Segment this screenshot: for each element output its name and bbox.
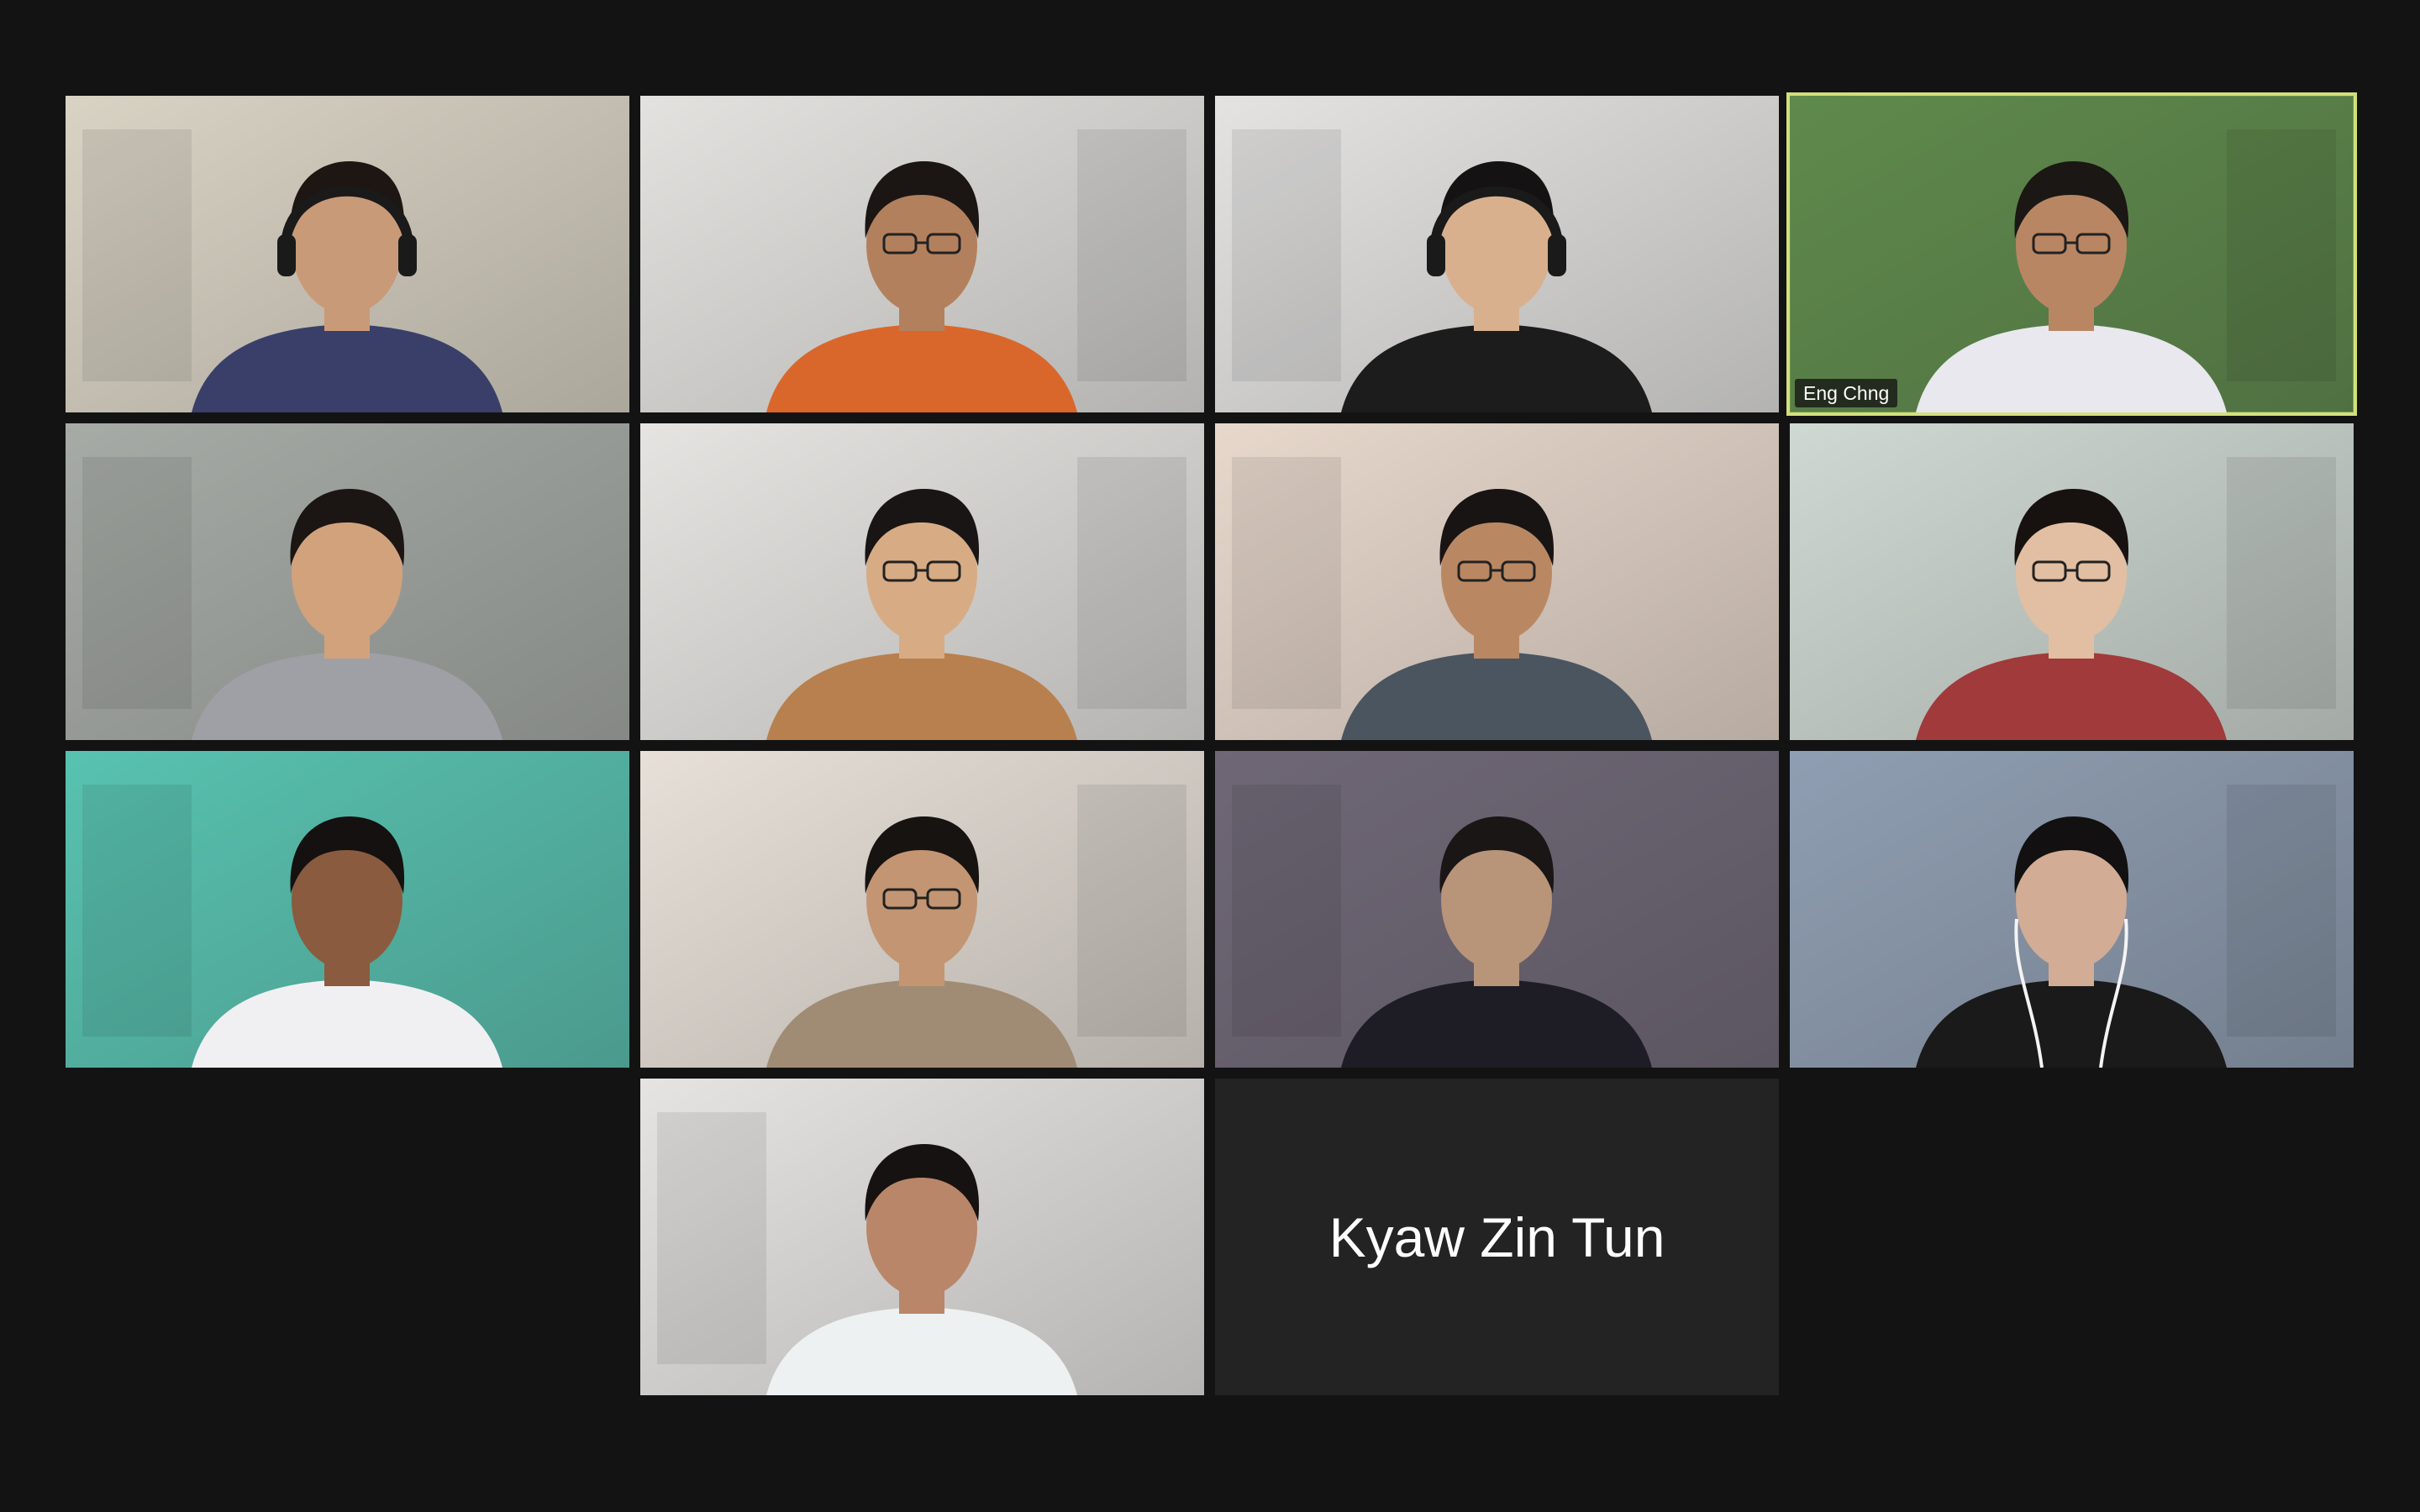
background-furniture	[2227, 457, 2336, 709]
participant-video	[640, 751, 1204, 1068]
participant-video	[66, 751, 629, 1068]
video-feed-graphic	[640, 96, 1204, 412]
video-feed-graphic	[66, 96, 629, 412]
video-feed-graphic	[1215, 751, 1779, 1068]
background-furniture	[1232, 457, 1341, 709]
background-furniture	[82, 129, 192, 381]
participant-tile-active-speaker[interactable]: Eng Chng	[1786, 92, 2357, 416]
participant-tile[interactable]	[1215, 751, 1779, 1068]
video-feed-graphic	[640, 423, 1204, 740]
background-furniture	[1077, 129, 1186, 381]
background-furniture	[1232, 785, 1341, 1037]
participant-name-placeholder: Kyaw Zin Tun	[1215, 1079, 1779, 1395]
background-furniture	[1232, 129, 1341, 381]
video-feed-graphic	[1790, 423, 2354, 740]
video-feed-graphic	[66, 751, 629, 1068]
participant-video	[1215, 423, 1779, 740]
background-furniture	[657, 1112, 766, 1364]
participant-tile[interactable]	[640, 423, 1204, 740]
participant-video	[640, 1079, 1204, 1395]
participant-tile[interactable]	[640, 96, 1204, 412]
participant-video	[1790, 423, 2354, 740]
video-feed-graphic	[640, 751, 1204, 1068]
participant-video	[1215, 96, 1779, 412]
background-furniture	[1077, 457, 1186, 709]
participant-tile[interactable]	[66, 96, 629, 412]
participant-tile[interactable]	[1215, 423, 1779, 740]
background-furniture	[2227, 785, 2336, 1037]
participant-video	[66, 423, 629, 740]
gallery-view: Eng Chng Kyaw Zin Tun	[0, 0, 2420, 1512]
participant-name-tag: Eng Chng	[1795, 379, 1898, 407]
participant-tile[interactable]	[1215, 96, 1779, 412]
participant-tile[interactable]	[66, 751, 629, 1068]
participant-tile[interactable]	[1790, 423, 2354, 740]
participant-tile[interactable]	[66, 423, 629, 740]
participant-video	[66, 96, 629, 412]
participant-tile[interactable]	[640, 1079, 1204, 1395]
participant-video	[640, 96, 1204, 412]
video-feed-graphic	[1790, 751, 2354, 1068]
background-furniture	[82, 785, 192, 1037]
participant-video	[1790, 96, 2354, 412]
participant-tile[interactable]	[640, 751, 1204, 1068]
background-furniture	[82, 457, 192, 709]
background-furniture	[1077, 785, 1186, 1037]
video-feed-graphic	[66, 423, 629, 740]
participant-video	[1215, 751, 1779, 1068]
video-feed-graphic	[1790, 96, 2354, 412]
participant-video	[640, 423, 1204, 740]
video-feed-graphic	[1215, 423, 1779, 740]
participant-video	[1790, 751, 2354, 1068]
participant-tile[interactable]	[1790, 751, 2354, 1068]
video-feed-graphic	[1215, 96, 1779, 412]
video-feed-graphic	[640, 1079, 1204, 1395]
background-furniture	[2227, 129, 2336, 381]
participant-tile[interactable]: Kyaw Zin Tun	[1215, 1079, 1779, 1395]
